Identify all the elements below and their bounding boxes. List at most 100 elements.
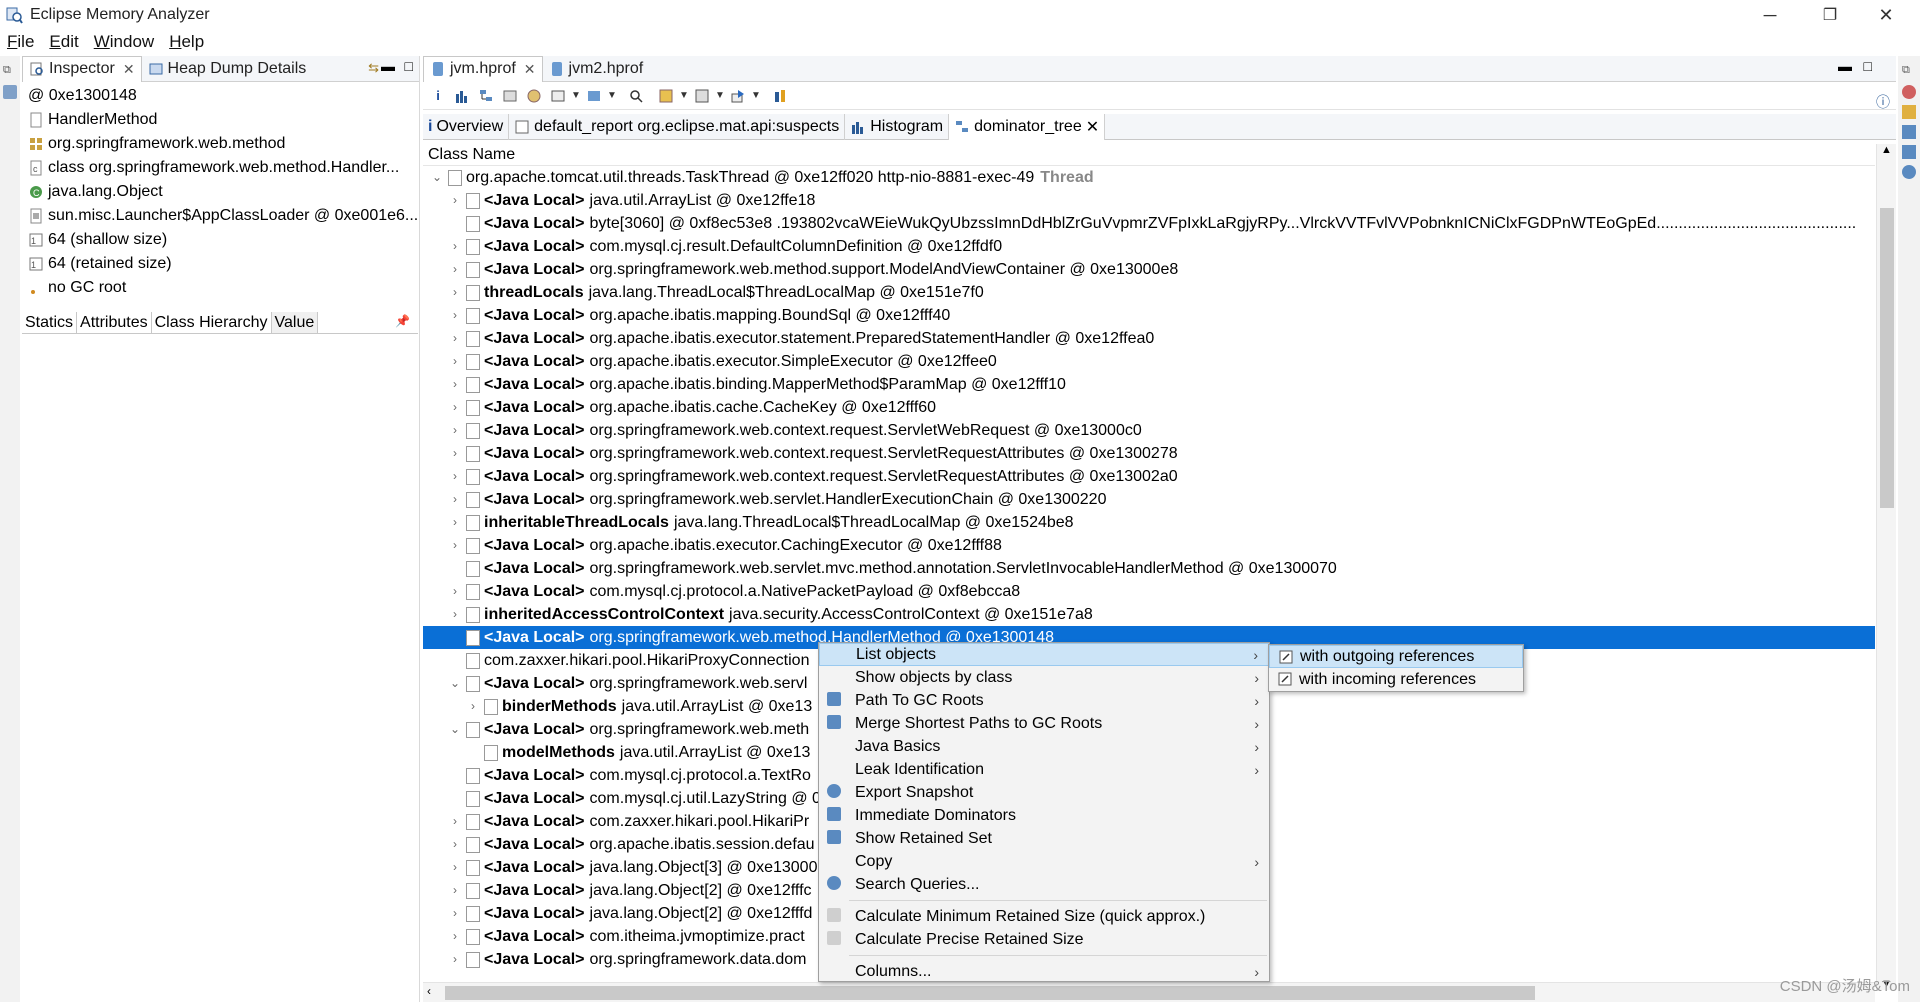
compare-basket-icon[interactable] [1902, 145, 1916, 159]
menu-file[interactable]: File [0, 32, 42, 52]
table-row[interactable]: › <Java Local> org.apache.ibatis.binding.M… [423, 373, 1875, 396]
table-row[interactable]: › <Java Local> org.springframework.web.ser… [423, 488, 1875, 511]
expand-icon[interactable]: › [447, 810, 463, 833]
menu-item-list-objects[interactable]: List objects › [819, 643, 1269, 666]
table-row[interactable]: › <Java Local> org.apache.ibatis.cache.Cac… [423, 396, 1875, 419]
maximize-view-icon[interactable]: □ [405, 58, 413, 74]
inspector-package[interactable]: org.springframework.web.method [22, 132, 419, 156]
expand-icon[interactable]: › [447, 419, 463, 442]
tab-value[interactable]: Value [271, 312, 319, 333]
expand-icon[interactable]: › [447, 304, 463, 327]
expand-icon[interactable]: › [447, 925, 463, 948]
search-icon[interactable] [625, 85, 647, 107]
menu-item-leak-identification[interactable]: Leak Identification › [819, 758, 1269, 781]
table-row[interactable]: › <Java Local> org.apache.ibatis.mapping.B… [423, 304, 1875, 327]
compare-icon[interactable] [769, 85, 791, 107]
minimize-view-icon[interactable]: ▬ [1838, 58, 1852, 74]
expand-icon[interactable]: › [447, 902, 463, 925]
expand-icon[interactable]: › [447, 603, 463, 626]
link-icon[interactable]: ⇆ [368, 60, 379, 76]
query-browser-icon[interactable] [583, 85, 605, 107]
scroll-left-icon[interactable]: ‹ [427, 984, 431, 998]
menu-item-merge-shortest-paths-to-gc-roots[interactable]: Merge Shortest Paths to GC Roots › [819, 712, 1269, 735]
menu-item-path-to-gc-roots[interactable]: Path To GC Roots › [819, 689, 1269, 712]
thread-overview-icon[interactable] [523, 85, 545, 107]
progress-icon[interactable] [1902, 165, 1916, 179]
export-icon[interactable] [727, 85, 749, 107]
expand-icon[interactable]: › [447, 442, 463, 465]
table-row[interactable]: › <Java Local> org.springframework.web.con… [423, 465, 1875, 488]
scroll-up-icon[interactable]: ▲ [1881, 144, 1892, 156]
menu-item-copy[interactable]: Copy › [819, 850, 1269, 873]
table-row[interactable]: › <Java Local> com.mysql.cj.result.Default… [423, 235, 1875, 258]
inspector-retained-size[interactable]: 1 64 (retained size) [22, 252, 419, 276]
expand-icon[interactable]: › [447, 534, 463, 557]
table-row[interactable]: <Java Local> org.springframework.web.serv… [423, 557, 1875, 580]
close-icon[interactable]: ✕ [123, 61, 135, 78]
inspector-shallow-size[interactable]: 1 64 (shallow size) [22, 228, 419, 252]
expand-icon[interactable]: › [447, 327, 463, 350]
expand-icon[interactable]: › [447, 258, 463, 281]
tab-overview[interactable]: i Overview [423, 113, 510, 140]
menu-item-columns[interactable]: Columns... › [819, 960, 1269, 983]
close-window-button[interactable]: ✕ [1858, 0, 1914, 30]
calculate-icon[interactable] [691, 85, 713, 107]
inspector-classloader[interactable]: sun.misc.Launcher$AppClassLoader @ 0xe00… [22, 204, 419, 228]
dominator-tree-icon[interactable] [475, 85, 497, 107]
restore-view-icon[interactable]: ⧉ [3, 64, 17, 77]
chevron-down-icon[interactable]: ▼ [607, 90, 617, 101]
oql-icon[interactable] [499, 85, 521, 107]
chevron-down-icon[interactable]: ▼ [679, 90, 689, 101]
table-row[interactable]: › <Java Local> org.apache.ibatis.executor.… [423, 534, 1875, 557]
menu-item-with-incoming-references[interactable]: with incoming references [1269, 668, 1523, 691]
inspector-class[interactable]: c class org.springframework.web.method.Ha… [22, 156, 419, 180]
expand-icon[interactable]: › [447, 465, 463, 488]
menu-item-show-objects-by-class[interactable]: Show objects by class › [819, 666, 1269, 689]
minimize-button[interactable]: ─ [1742, 0, 1798, 30]
scrollbar-thumb[interactable] [445, 986, 1535, 1000]
error-log-icon[interactable] [1902, 85, 1916, 99]
inspector-gc-root[interactable]: no GC root [22, 276, 419, 300]
table-row[interactable]: <Java Local> byte[3060] @ 0xf8ec53e8 .193… [423, 212, 1875, 235]
notes-icon[interactable] [1902, 105, 1916, 119]
help-icon[interactable]: ⓘ [1876, 92, 1890, 112]
menu-window[interactable]: Window [87, 32, 162, 52]
minimize-view-icon[interactable]: ▬ [381, 58, 395, 74]
expand-icon[interactable]: › [447, 350, 463, 373]
horizontal-scrollbar[interactable]: ‹ [423, 982, 1875, 1002]
info-icon[interactable]: i [427, 85, 449, 107]
histogram-icon[interactable] [451, 85, 473, 107]
menu-item-export-snapshot[interactable]: Export Snapshot [819, 781, 1269, 804]
heap-dump-view-icon[interactable] [3, 85, 17, 99]
expand-icon[interactable]: › [447, 373, 463, 396]
tab-heap-dump-details[interactable]: Heap Dump Details [142, 56, 313, 82]
pin-icon[interactable]: 📌 [395, 314, 410, 328]
expand-icon[interactable]: › [447, 580, 463, 603]
navigation-history-icon[interactable] [1902, 125, 1916, 139]
scrollbar-thumb[interactable] [1880, 208, 1894, 508]
restore-button[interactable]: ❐ [1802, 0, 1858, 30]
inspector-class-name[interactable]: HandlerMethod [22, 108, 419, 132]
collapse-icon[interactable]: ⌄ [429, 166, 445, 189]
close-icon[interactable]: ✕ [1086, 117, 1099, 137]
menu-help[interactable]: Help [162, 32, 212, 52]
vertical-scrollbar[interactable]: ▲ ▼ [1876, 144, 1896, 990]
chevron-down-icon[interactable]: ▼ [571, 90, 581, 101]
tab-statics[interactable]: Statics [22, 312, 78, 333]
tab-histogram[interactable]: Histogram [845, 113, 950, 140]
menu-item-immediate-dominators[interactable]: Immediate Dominators [819, 804, 1269, 827]
expand-icon[interactable]: › [447, 856, 463, 879]
menu-item-calculate-minimum-retained-size-quick-approx[interactable]: Calculate Minimum Retained Size (quick a… [819, 905, 1269, 928]
expand-icon[interactable]: › [447, 511, 463, 534]
tab-jvm2-hprof[interactable]: jvm2.hprof [543, 56, 650, 82]
group-by-icon[interactable] [655, 85, 677, 107]
menu-item-calculate-precise-retained-size[interactable]: Calculate Precise Retained Size [819, 928, 1269, 951]
table-row[interactable]: ⌄ org.apache.tomcat.util.threads.TaskThre… [423, 166, 1875, 189]
expand-icon[interactable]: › [447, 189, 463, 212]
collapse-icon[interactable]: ⌄ [447, 672, 463, 695]
table-row[interactable]: › threadLocals java.lang.ThreadLocal$Threa… [423, 281, 1875, 304]
maximize-view-icon[interactable]: □ [1864, 58, 1872, 74]
table-row[interactable]: › <Java Local> java.util.ArrayList @ 0xe12… [423, 189, 1875, 212]
tab-dominator-tree[interactable]: dominator_tree ✕ [949, 113, 1106, 140]
expand-icon[interactable]: › [465, 695, 481, 718]
